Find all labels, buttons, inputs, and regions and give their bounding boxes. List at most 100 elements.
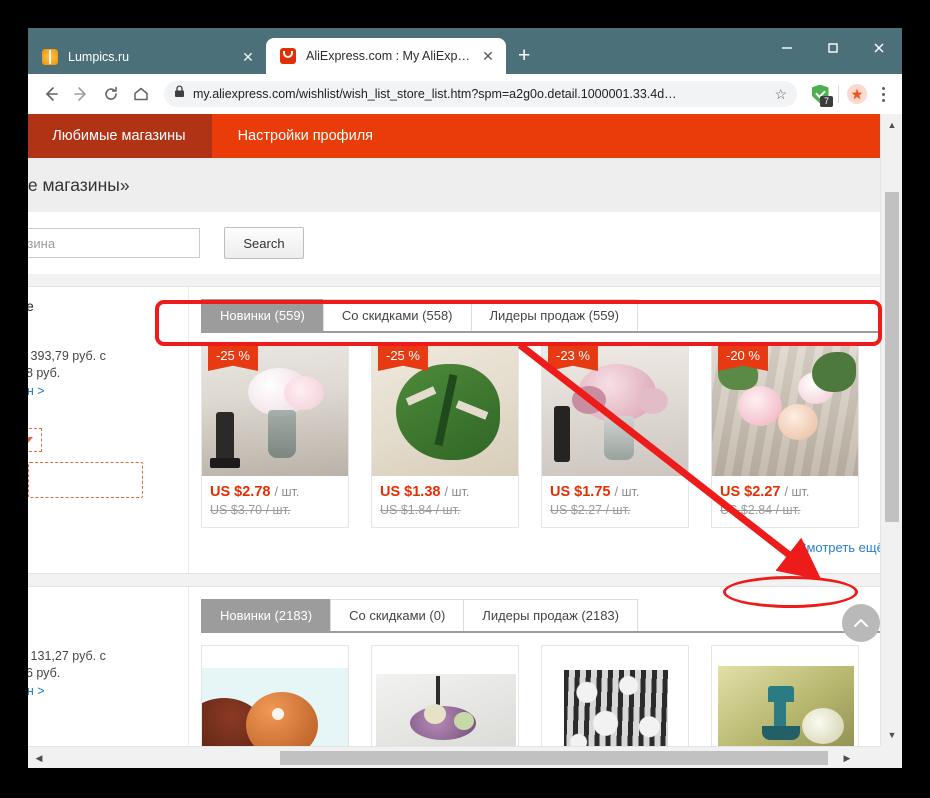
extension-badge-count: 7: [820, 96, 833, 107]
tab-best-sellers[interactable]: Лидеры продаж (559): [470, 299, 638, 331]
product-card[interactable]: [371, 645, 519, 746]
product-price: US $2.78 / шт.: [210, 484, 340, 500]
product-card[interactable]: [541, 645, 689, 746]
site-nav-item-favorite-stores[interactable]: Любимые магазины: [28, 114, 212, 158]
browser-tab-aliexpress[interactable]: AliExpress.com : My AliExpress ✕: [266, 38, 506, 74]
second-extension-icon[interactable]: [844, 81, 870, 107]
product-price-block: US $1.38 / шт. US $1.84 / шт.: [372, 476, 518, 527]
scrollbar-corner: [880, 746, 902, 768]
product-price: US $1.38 / шт.: [380, 484, 510, 500]
scroll-left-arrow-icon[interactable]: ◀: [30, 747, 48, 768]
tab-discounted[interactable]: Со скидками (558): [322, 299, 472, 331]
browser-menu-button[interactable]: [872, 81, 894, 107]
product-old-price: US $2.84 / шт.: [720, 503, 801, 517]
coupon-line-1: Скидка на сумму от 393,79 руб. с: [28, 349, 106, 363]
back-icon[interactable]: [36, 79, 66, 109]
product-price-block: US $1.75 / шт. US $2.27 / шт.: [542, 476, 688, 527]
site-nav-item-profile-settings[interactable]: Настройки профиля: [212, 114, 399, 158]
search-button[interactable]: Search: [224, 227, 304, 259]
page-scroll-area: Мои желания Любимые магазины Настройки п…: [28, 114, 880, 746]
tab-new-arrivals[interactable]: Новинки (559): [201, 299, 324, 331]
site-nav: Мои желания Любимые магазины Настройки п…: [28, 114, 880, 158]
new-tab-button[interactable]: +: [506, 45, 542, 74]
tab-discounted[interactable]: Со скидками (0): [330, 599, 465, 631]
home-icon[interactable]: [126, 79, 156, 109]
teal-vase-with-blossoms-image[interactable]: [712, 646, 858, 746]
flower-arrangement-white-wall-image[interactable]: [372, 646, 518, 746]
page-content: Мои желания Любимые магазины Настройки п…: [28, 114, 880, 746]
scroll-to-top-button[interactable]: [842, 604, 880, 642]
vertical-scrollbar[interactable]: ▲ ▼: [880, 114, 902, 746]
coupon-label: Купоны магазина:: [28, 322, 174, 336]
store-tab-strip: Новинки (2183) Со скидками (0) Лидеры пр…: [201, 597, 880, 633]
aliexpress-favicon: [280, 48, 296, 64]
product-price-unit: / шт.: [444, 485, 470, 499]
store-card: Flower Dream Store Купоны магазина: Скид…: [28, 286, 880, 574]
maximize-button[interactable]: [810, 28, 856, 68]
close-icon[interactable]: ✕: [480, 49, 496, 63]
product-card[interactable]: [201, 645, 349, 746]
tab-best-sellers[interactable]: Лидеры продаж (2183): [463, 599, 638, 631]
product-old-price: US $3.70 / шт.: [210, 503, 291, 517]
get-coupon-link[interactable]: Получить Спецкупон >: [28, 684, 174, 698]
browser-title-bar: Lumpics.ru ✕ AliExpress.com : My AliExpr…: [28, 28, 902, 74]
brown-glossy-sphere-image[interactable]: [202, 646, 348, 746]
store-search-input[interactable]: Введите имя магазина: [28, 228, 200, 258]
product-price-value: US $1.75: [550, 484, 611, 500]
snowflake-pattern-grayscale-image[interactable]: [542, 646, 688, 746]
browser-window: Lumpics.ru ✕ AliExpress.com : My AliExpr…: [28, 28, 902, 768]
horizontal-scrollbar[interactable]: ◀ ▶: [28, 746, 880, 768]
product-price-value: US $1.38: [380, 484, 441, 500]
product-card[interactable]: -25 % US $2.78 / шт. US $3.70 / шт.: [201, 342, 349, 528]
product-old-price: US $1.84 / шт.: [380, 503, 461, 517]
scroll-right-arrow-icon[interactable]: ▶: [838, 747, 856, 768]
screenshot-root: Lumpics.ru ✕ AliExpress.com : My AliExpr…: [0, 0, 930, 798]
seller-coupon-dropdown[interactable]: Купон продавца: [28, 428, 43, 452]
store-name[interactable]: Ice Cream Store: [28, 599, 174, 614]
store-info-panel: Ice Cream Store Купоны магазина: Скидка …: [28, 587, 189, 746]
bookmark-star-icon[interactable]: ☆: [774, 86, 787, 103]
product-price-block: US $2.78 / шт. US $3.70 / шт.: [202, 476, 348, 527]
horizontal-scrollbar-thumb[interactable]: [280, 751, 828, 765]
tab-new-arrivals[interactable]: Новинки (2183): [201, 599, 332, 631]
page-viewport: Мои желания Любимые магазины Настройки п…: [28, 114, 902, 768]
product-card[interactable]: -23 % US $1.75 / шт. US $2.27 / шт.: [541, 342, 689, 528]
product-old-price: US $2.27 / шт.: [550, 503, 631, 517]
product-card[interactable]: -20 % US $2.27 / шт. US $2.84 / шт.: [711, 342, 859, 528]
store-name[interactable]: Flower Dream Store: [28, 299, 174, 314]
close-icon[interactable]: ✕: [240, 50, 256, 64]
coupon-line-2: покупкой от 1 314,46 руб.: [28, 666, 61, 680]
see-more-row: Смотреть ещё>>: [201, 536, 880, 563]
tab-title: Lumpics.ru: [68, 50, 130, 64]
toolbar-divider: [838, 85, 839, 103]
product-price: US $1.75 / шт.: [550, 484, 680, 500]
product-price-unit: / шт.: [784, 485, 810, 499]
browser-tab-lumpics[interactable]: Lumpics.ru ✕: [28, 40, 266, 74]
browser-toolbar: my.aliexpress.com/wishlist/wish_list_sto…: [28, 74, 902, 114]
minimize-button[interactable]: [764, 28, 810, 68]
reload-icon[interactable]: [96, 79, 126, 109]
coupon-label: Купоны магазина:: [28, 622, 174, 636]
store-tab-strip: Новинки (559) Со скидками (558) Лидеры п…: [201, 297, 880, 333]
see-more-link[interactable]: Смотреть ещё>>: [797, 540, 880, 555]
product-price-block: US $2.27 / шт. US $2.84 / шт.: [712, 476, 858, 527]
chevron-down-icon: [28, 437, 34, 443]
adblock-extension-icon[interactable]: 7: [807, 81, 833, 107]
chevron-up-icon: [854, 619, 868, 627]
product-grid: -25 % US $2.78 / шт. US $3.70 / шт. -25 …: [201, 333, 880, 536]
close-button[interactable]: [856, 28, 902, 68]
sort-label: Сортировка:: [28, 410, 174, 424]
vertical-scrollbar-thumb[interactable]: [885, 192, 899, 522]
store-card: Ice Cream Store Купоны магазина: Скидка …: [28, 586, 880, 746]
product-card[interactable]: -25 % US $1.38 / шт. US $1.84 / шт.: [371, 342, 519, 528]
address-bar[interactable]: my.aliexpress.com/wishlist/wish_list_sto…: [164, 81, 797, 107]
page-title: Мои «Любимые магазины»: [28, 174, 130, 195]
lumpics-favicon: [42, 49, 58, 65]
forward-icon[interactable]: [66, 79, 96, 109]
get-coupon-link[interactable]: Получить Спецкупон >: [28, 384, 174, 398]
product-card[interactable]: [711, 645, 859, 746]
scroll-down-arrow-icon[interactable]: ▼: [881, 726, 902, 744]
scroll-up-arrow-icon[interactable]: ▲: [881, 116, 902, 134]
tab-strip: Lumpics.ru ✕ AliExpress.com : My AliExpr…: [28, 34, 542, 74]
store-products-panel: Новинки (559) Со скидками (558) Лидеры п…: [189, 287, 880, 573]
